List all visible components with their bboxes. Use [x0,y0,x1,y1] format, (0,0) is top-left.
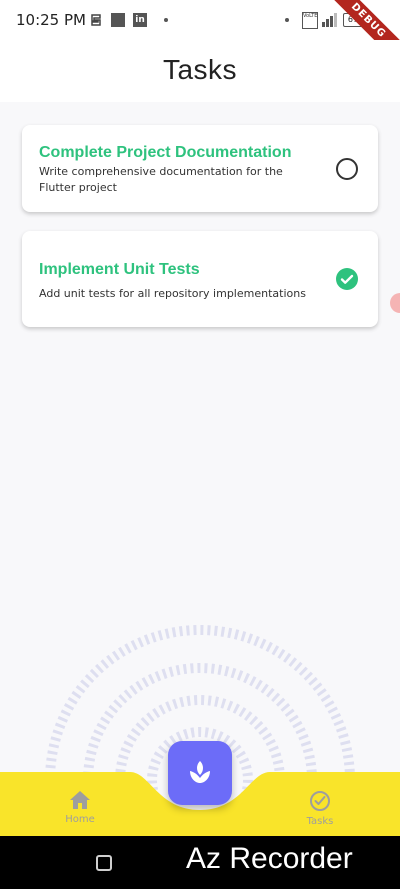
center-action-button[interactable] [168,741,232,805]
nav-label-home: Home [65,814,95,825]
notification-icon [91,14,101,26]
app-bar: Tasks [0,40,400,102]
nav-item-tasks[interactable]: Tasks [290,790,350,827]
nav-label-tasks: Tasks [306,816,334,827]
home-icon [70,791,90,809]
task-description: Add unit tests for all repository implem… [39,287,306,300]
floating-edge-bubble[interactable] [390,293,400,313]
recorder-overlay-text: Az Recorder [186,842,353,875]
dot-icon [285,18,289,22]
app-square-icon [111,13,125,27]
linkedin-icon: in [133,13,147,27]
page-title: Tasks [162,54,238,85]
task-title: Complete Project Documentation [39,144,292,161]
task-description: Write comprehensive documentation for th… [39,165,283,194]
system-navigation-bar: Az Recorder [0,836,400,889]
task-card[interactable]: Implement Unit Tests Add unit tests for … [22,231,378,327]
recent-apps-icon[interactable] [96,855,112,871]
check-circle-icon [310,791,330,811]
task-card[interactable]: Complete Project Documentation Write com… [22,125,378,212]
lotus-icon [190,761,210,783]
status-time: 10:25 PM [16,11,86,29]
volte-icon: VoLTE [302,12,318,29]
signal-icon [322,13,337,27]
incomplete-checkbox-icon[interactable] [336,158,358,180]
task-title: Implement Unit Tests [39,261,200,278]
completed-checkbox-icon[interactable] [336,268,358,290]
nav-item-home[interactable]: Home [50,790,110,825]
dot-icon [164,18,168,22]
